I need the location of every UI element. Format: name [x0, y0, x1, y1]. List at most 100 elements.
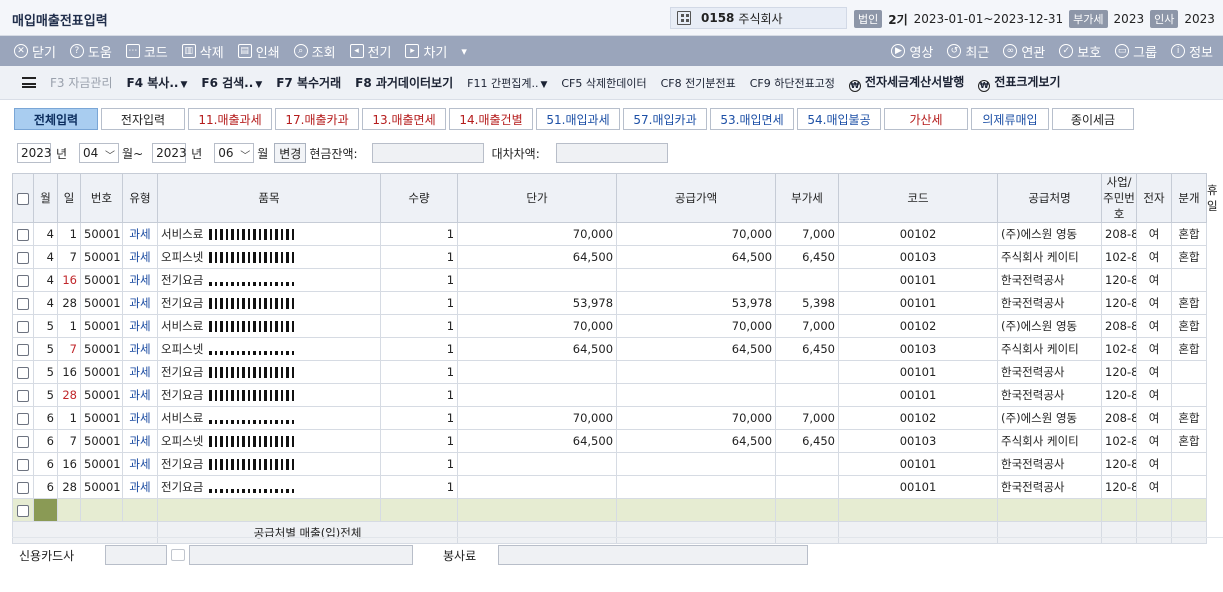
function-key-5[interactable]: F11 간편집계.. ▼ — [467, 75, 547, 91]
cell-qty[interactable]: 1 — [380, 452, 459, 476]
column-header[interactable]: 공급처명 — [997, 173, 1103, 223]
cell-vendor[interactable]: 한국전력공사 — [997, 291, 1103, 315]
cell-no[interactable]: 50001 — [80, 383, 123, 407]
cell-price[interactable]: 70,000 — [457, 222, 618, 246]
table-row[interactable]: 4 1 50001 과세 서비스료 1 70,000 70,000 7,000 00102 (주)에… — [12, 222, 1208, 246]
cell-qty[interactable]: 1 — [380, 429, 459, 453]
tab-8[interactable]: 53.매입면세 — [710, 108, 794, 130]
cell-vat[interactable]: 7,000 — [775, 222, 840, 246]
tab-1[interactable]: 전자입력 — [101, 108, 185, 130]
table-row[interactable]: 6 1 50001 과세 서비스료 1 70,000 70,000 7,000 00102 (주)에… — [12, 406, 1208, 430]
cell-code[interactable]: 00103 — [838, 245, 999, 269]
item-cell[interactable]: 전기요금 — [156, 452, 382, 476]
table-row[interactable]: 6 7 50001 과세 오피스넷 1 64,500 64,500 6,450 00103 주식회사… — [12, 429, 1208, 453]
cell-vendor[interactable]: 한국전력공사 — [997, 383, 1103, 407]
cell-type[interactable]: 과세 — [122, 291, 158, 315]
column-header[interactable]: 일 — [57, 173, 81, 223]
cell-supply[interactable]: 70,000 — [616, 406, 777, 430]
cell-biz[interactable]: 102-81-42945 — [1101, 429, 1138, 453]
column-header[interactable]: 월 — [33, 173, 58, 223]
cell-e[interactable]: 여 — [1136, 268, 1173, 292]
cell-d[interactable]: 7 — [57, 337, 81, 361]
toolbar-button-shield[interactable]: ✓ 보호 — [1059, 42, 1101, 61]
item-cell[interactable]: 전기요금 — [156, 383, 382, 407]
e-invoice-button[interactable]: ₩ 전자세금계산서발행 — [848, 73, 964, 92]
toolbar-button-prev[interactable]: ◂ 전기 — [349, 42, 391, 61]
cell-m[interactable]: 5 — [33, 360, 58, 384]
cell-d[interactable]: 28 — [57, 475, 81, 499]
cell-no[interactable]: 50001 — [80, 314, 123, 338]
cell-m[interactable]: 6 — [33, 475, 58, 499]
row-checkbox[interactable] — [12, 245, 34, 269]
cell-type[interactable]: 과세 — [122, 475, 158, 499]
cell-d[interactable]: 7 — [57, 245, 81, 269]
item-cell[interactable]: 서비스료 — [156, 222, 382, 246]
cell-type[interactable]: 과세 — [122, 268, 158, 292]
cell-price[interactable]: 70,000 — [457, 314, 618, 338]
item-cell[interactable]: 전기요금 — [156, 475, 382, 499]
cell-no[interactable]: 50001 — [80, 406, 123, 430]
cell-no[interactable]: 50001 — [80, 222, 123, 246]
cell-supply[interactable]: 70,000 — [616, 222, 777, 246]
cell-price[interactable] — [457, 268, 618, 292]
row-checkbox[interactable] — [12, 337, 34, 361]
cell-no[interactable]: 50001 — [80, 429, 123, 453]
cell-code[interactable]: 00103 — [838, 429, 999, 453]
year-from-input[interactable]: 2023 — [17, 143, 52, 163]
function-key-2[interactable]: F6 검색.. ▼ — [201, 74, 262, 91]
more-menu-icon[interactable]: ▾ — [461, 45, 467, 58]
tab-10[interactable]: 가산세 — [884, 108, 968, 130]
cell-m[interactable]: 5 — [33, 383, 58, 407]
toolbar-button-print[interactable]: ▤ 인쇄 — [237, 42, 280, 61]
cell-m[interactable]: 6 — [33, 452, 58, 476]
tab-2[interactable]: 11.매출과세 — [188, 108, 272, 130]
cell-qty[interactable]: 1 — [380, 222, 459, 246]
cell-qty[interactable]: 1 — [380, 245, 459, 269]
row-checkbox[interactable] — [12, 360, 34, 384]
cell-m[interactable]: 6 — [33, 406, 58, 430]
cell-qty[interactable]: 1 — [380, 406, 459, 430]
item-cell[interactable]: 오피스넷 — [156, 337, 382, 361]
column-header[interactable]: 수량 — [380, 173, 459, 223]
cell-type[interactable]: 과세 — [122, 337, 158, 361]
cell-code[interactable]: 00103 — [838, 337, 999, 361]
cell-supply[interactable] — [616, 268, 777, 292]
cell-code[interactable]: 00101 — [838, 291, 999, 315]
cell-e[interactable]: 여 — [1136, 452, 1173, 476]
cell-biz[interactable]: 102-81-42945 — [1101, 245, 1138, 269]
row-checkbox[interactable] — [12, 268, 34, 292]
year-to-input[interactable]: 2023 — [152, 143, 187, 163]
column-header[interactable]: 부가세 — [775, 173, 840, 223]
cell-biz[interactable]: 102-81-42945 — [1101, 337, 1138, 361]
cell-no[interactable]: 50001 — [80, 475, 123, 499]
cell-price[interactable]: 64,500 — [457, 337, 618, 361]
cell-e[interactable]: 여 — [1136, 475, 1173, 499]
cell-qty[interactable]: 1 — [380, 314, 459, 338]
cell-qty[interactable]: 1 — [380, 291, 459, 315]
table-row[interactable]: 62850001과세전기요금 1 00101한국전력공사120-82-00052여 — [12, 475, 1208, 499]
function-key-6[interactable]: CF5 삭제한데이터 — [561, 75, 646, 91]
cell-type[interactable]: 과세 — [122, 245, 158, 269]
cell-type[interactable]: 과세 — [122, 383, 158, 407]
cell-d[interactable]: 1 — [57, 406, 81, 430]
cell-supply[interactable]: 53,978 — [616, 291, 777, 315]
cell-no[interactable]: 50001 — [80, 360, 123, 384]
function-key-3[interactable]: F7 복수거래 — [276, 74, 341, 91]
cell-price[interactable]: 64,500 — [457, 245, 618, 269]
big-view-button[interactable]: ₩ 전표크게보기 — [978, 73, 1061, 92]
cell-price[interactable] — [457, 475, 618, 499]
cell-vat[interactable] — [775, 268, 840, 292]
cell-d[interactable]: 16 — [57, 452, 81, 476]
table-row[interactable]: 5 1 50001 과세 서비스료 1 70,000 70,000 7,000 00102 (주)에… — [12, 314, 1208, 338]
tab-4[interactable]: 13.매출면세 — [362, 108, 446, 130]
toolbar-button-close[interactable]: ✕ 닫기 — [14, 42, 56, 61]
cell-no[interactable]: 50001 — [80, 337, 123, 361]
row-checkbox[interactable] — [12, 406, 34, 430]
cell-code[interactable]: 00101 — [838, 383, 999, 407]
column-header[interactable]: 단가 — [457, 173, 618, 223]
cell-supply[interactable] — [616, 360, 777, 384]
cell-e[interactable]: 여 — [1136, 429, 1173, 453]
cell-code[interactable]: 00101 — [838, 360, 999, 384]
cell-journal[interactable] — [1171, 475, 1208, 499]
cell-journal[interactable]: 혼합 — [1171, 406, 1208, 430]
